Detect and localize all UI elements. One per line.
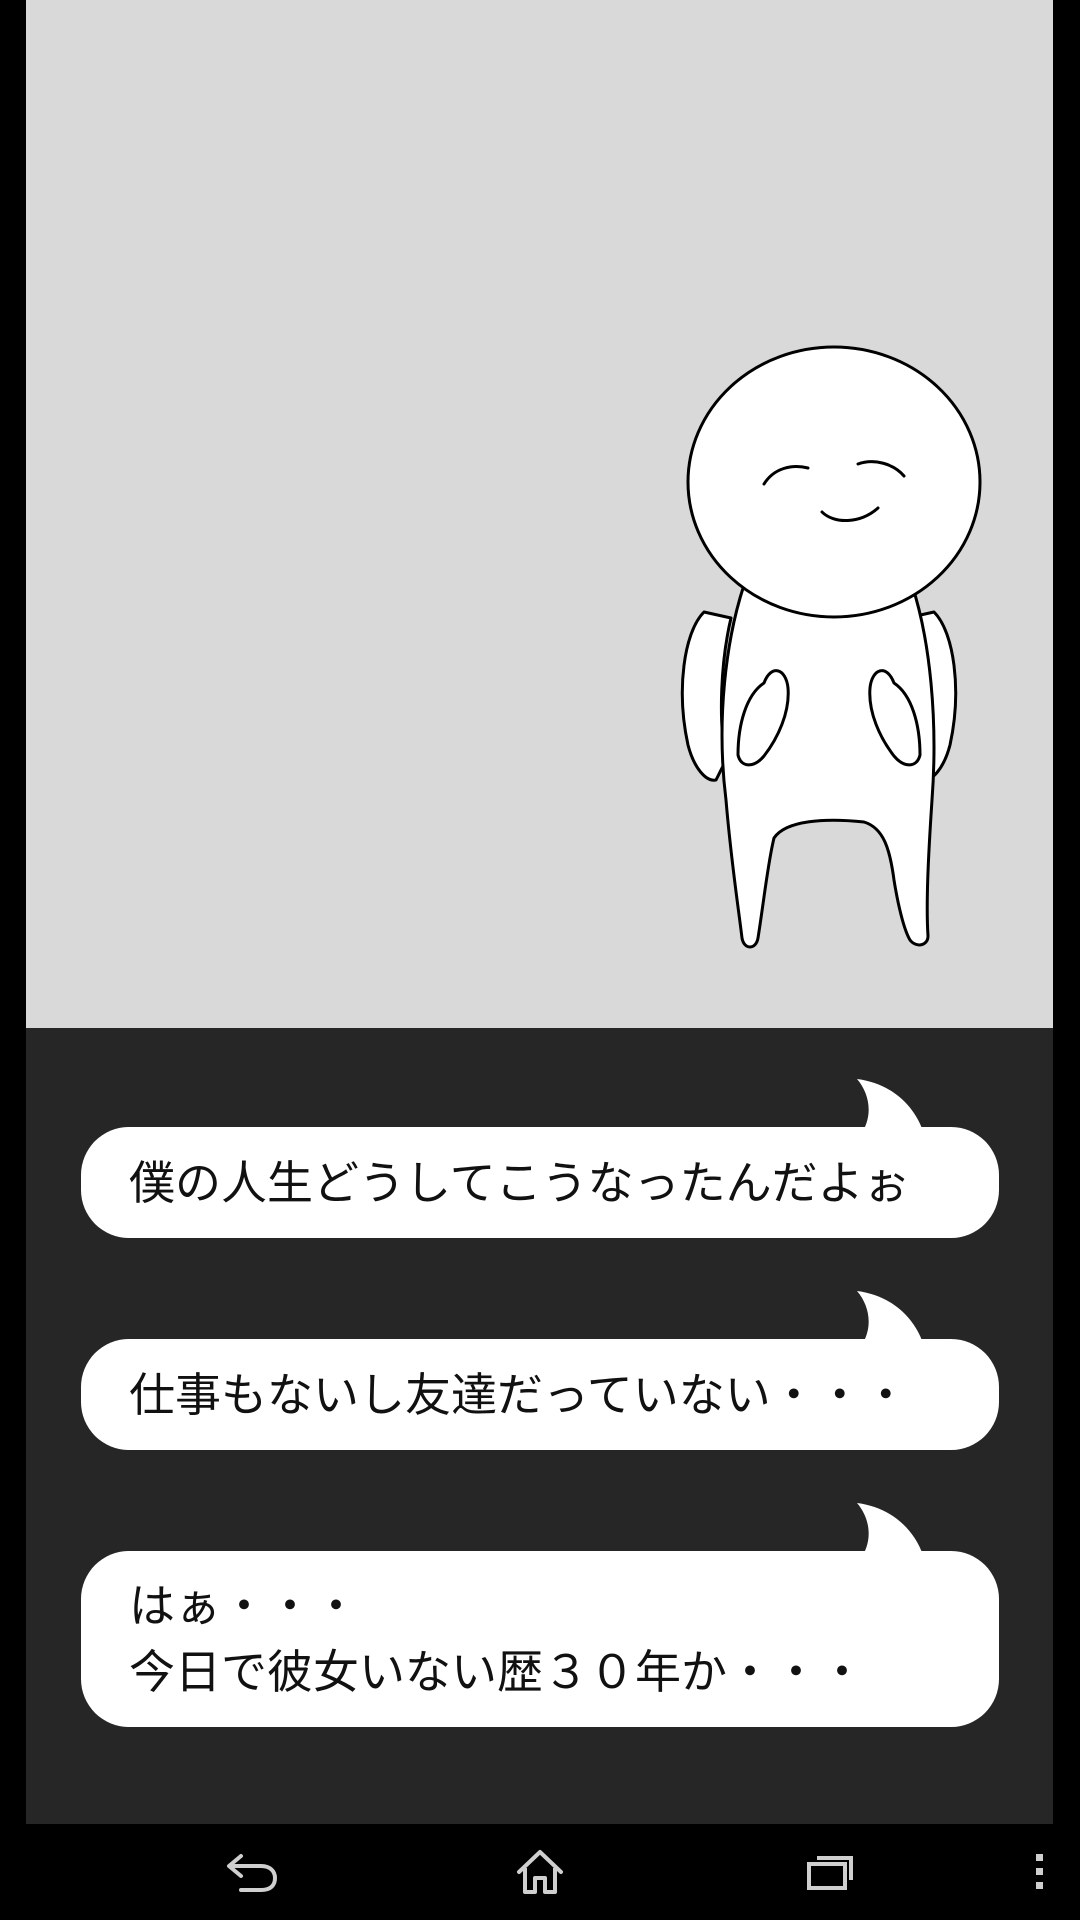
dialog-panel[interactable]: 僕の人生どうしてこうなったんだよぉ 仕事もないし友達だっていない・・・ はぁ・・…	[26, 1028, 1053, 1824]
speech-bubble-tail	[857, 1291, 923, 1343]
game-screen[interactable]: 僕の人生どうしてこうなったんだよぉ 仕事もないし友達だっていない・・・ はぁ・・…	[26, 0, 1053, 1824]
dialog-line: 僕の人生どうしてこうなったんだよぉ	[129, 1155, 910, 1210]
back-button[interactable]	[216, 1842, 286, 1902]
speech-bubble[interactable]: 僕の人生どうしてこうなったんだよぉ	[81, 1079, 999, 1238]
dialog-line: 今日で彼女いない歴３０年か・・・	[129, 1645, 865, 1699]
overflow-menu-button[interactable]	[1026, 1842, 1054, 1902]
scene-area[interactable]	[26, 0, 1053, 1028]
character-illustration	[680, 345, 982, 949]
recent-apps-button[interactable]	[795, 1842, 865, 1902]
dialog-line: はぁ・・・	[129, 1579, 359, 1633]
system-navigation-bar	[0, 1824, 1080, 1920]
speech-bubble[interactable]: はぁ・・・ 今日で彼女いない歴３０年か・・・	[81, 1503, 999, 1727]
home-icon	[517, 1850, 563, 1894]
home-button[interactable]	[505, 1842, 575, 1902]
overflow-menu-icon	[1036, 1854, 1043, 1889]
dialog-line: 仕事もないし友達だっていない・・・	[129, 1367, 909, 1422]
speech-bubble-tail	[857, 1503, 923, 1555]
speech-bubble[interactable]: 仕事もないし友達だっていない・・・	[81, 1291, 999, 1450]
back-icon	[227, 1854, 278, 1892]
speech-bubble-tail	[857, 1079, 923, 1131]
recent-apps-icon	[807, 1856, 853, 1890]
